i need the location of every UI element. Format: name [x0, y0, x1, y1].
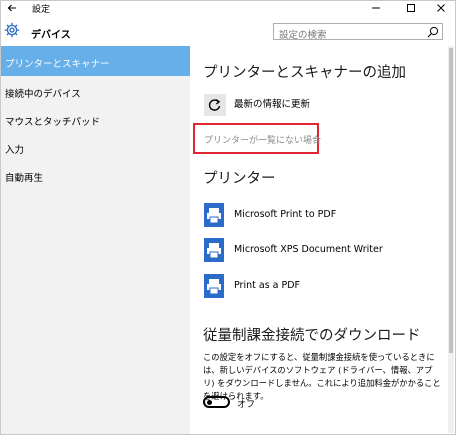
- sidebar-item-mouse-touchpad[interactable]: マウスとタッチパッド: [0, 104, 190, 132]
- search-input[interactable]: 設定の検索: [273, 23, 443, 41]
- back-arrow-icon: [7, 4, 16, 12]
- metered-download-description: この設定をオフにすると、従量制課金接続を使っているときには、新しいデバイスのソフ…: [203, 352, 441, 401]
- sidebar-item-label: プリンターとスキャナー: [5, 59, 110, 70]
- sidebar-item-autoplay[interactable]: 自動再生: [0, 160, 190, 188]
- minimize-icon: [372, 7, 380, 9]
- refresh-button[interactable]: [204, 94, 226, 116]
- close-button[interactable]: [426, 0, 456, 16]
- sidebar-item-label: 自動再生: [5, 173, 44, 184]
- search-placeholder: 設定の検索: [279, 30, 327, 41]
- gear-icon: [4, 22, 20, 38]
- search-icon: [427, 26, 439, 38]
- sidebar-item-label: マウスとタッチパッド: [5, 117, 101, 128]
- sidebar-item-label: 接続中のデバイス: [5, 89, 81, 100]
- printer-name: Microsoft XPS Document Writer: [234, 244, 383, 255]
- printer-name: Print as a PDF: [234, 280, 301, 291]
- window-title: 設定: [32, 5, 51, 15]
- back-button[interactable]: [2, 0, 22, 16]
- maximize-icon: [407, 4, 415, 12]
- printer-name: Microsoft Print to PDF: [234, 209, 337, 220]
- title-bar: 設定: [0, 0, 456, 16]
- sidebar-item-input[interactable]: 入力: [0, 132, 190, 160]
- printer-not-listed-link[interactable]: プリンターが一覧にない場合: [204, 133, 321, 146]
- sidebar: プリンターとスキャナー 接続中のデバイス マウスとタッチパッド 入力 自動再生: [0, 46, 190, 435]
- sidebar-item-connected-devices[interactable]: 接続中のデバイス: [0, 76, 190, 104]
- refresh-label[interactable]: 最新の情報に更新: [234, 96, 310, 110]
- sidebar-item-printers-scanners[interactable]: プリンターとスキャナー: [0, 46, 190, 76]
- maximize-button[interactable]: [396, 0, 426, 16]
- content-scrollbar[interactable]: [448, 46, 454, 433]
- page-heading: デバイス: [31, 30, 71, 41]
- close-icon: [437, 4, 445, 12]
- toggle-state-label: オフ: [237, 400, 256, 410]
- printers-heading: プリンター: [203, 171, 276, 187]
- add-printers-heading: プリンターとスキャナーの追加: [203, 65, 406, 81]
- main-content: プリンターとスキャナーの追加 最新の情報に更新 プリンターが一覧にない場合 プリ…: [190, 46, 446, 435]
- printer-icon: [204, 203, 224, 227]
- printer-icon: [204, 274, 224, 298]
- metered-download-toggle[interactable]: [203, 396, 230, 408]
- metered-download-heading: 従量制課金接続でのダウンロード: [203, 328, 421, 344]
- scrollbar-thumb[interactable]: [449, 48, 453, 353]
- printer-icon: [204, 238, 224, 262]
- minimize-button[interactable]: [361, 0, 391, 16]
- refresh-icon: [208, 99, 221, 111]
- sidebar-item-label: 入力: [5, 145, 25, 156]
- toggle-knob: [207, 399, 212, 405]
